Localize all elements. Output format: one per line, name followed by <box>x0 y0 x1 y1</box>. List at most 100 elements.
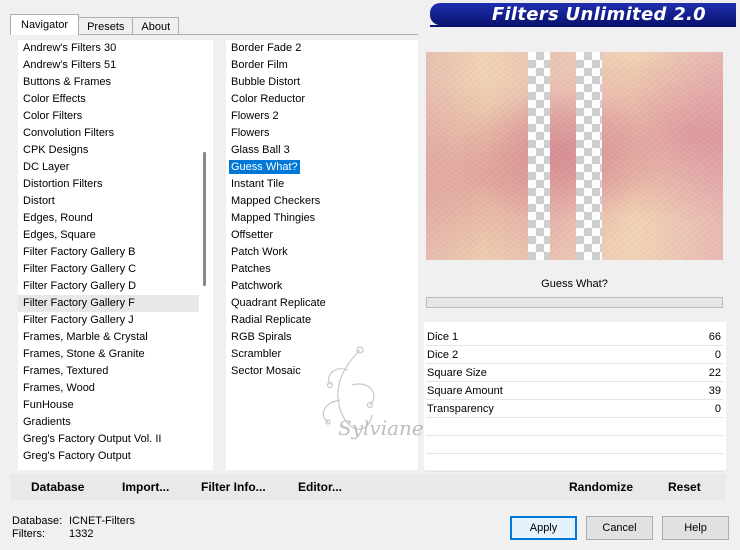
category-item[interactable]: Gradients <box>18 414 213 431</box>
tab-presets[interactable]: Presets <box>78 17 134 35</box>
category-item[interactable]: Filter Factory Gallery B <box>18 244 213 261</box>
param-value: 0 <box>714 348 721 361</box>
param-empty-row <box>426 454 723 472</box>
category-item[interactable]: Frames, Marble & Crystal <box>18 329 213 346</box>
filter-item[interactable]: Patch Work <box>226 244 418 261</box>
category-item[interactable]: Frames, Textured <box>18 363 213 380</box>
category-item[interactable]: Edges, Round <box>18 210 213 227</box>
category-item[interactable]: Frames, Wood <box>18 380 213 397</box>
filter-item[interactable]: RGB Spirals <box>226 329 418 346</box>
category-item[interactable]: Filter Factory Gallery F <box>18 295 213 312</box>
filter-item[interactable]: Radial Replicate <box>226 312 418 329</box>
category-item[interactable]: Frames, Stone & Granite <box>18 346 213 363</box>
filter-item-label: Patchwork <box>231 280 283 292</box>
help-button[interactable]: Help <box>662 516 729 540</box>
filter-item-label: Sector Mosaic <box>231 365 301 377</box>
filter-item[interactable]: Glass Ball 3 <box>226 142 418 159</box>
category-scroll-thumb[interactable] <box>203 152 206 286</box>
filter-item-label: Mapped Thingies <box>231 212 316 224</box>
param-label: Square Amount <box>427 384 503 397</box>
category-item[interactable]: Andrew's Filters 51 <box>18 57 213 74</box>
filter-item-label: Offsetter <box>231 229 273 241</box>
filter-item[interactable]: Flowers <box>226 125 418 142</box>
param-value: 22 <box>708 366 721 379</box>
filter-item[interactable]: Quadrant Replicate <box>226 295 418 312</box>
filter-name-label: Guess What? <box>541 278 608 290</box>
category-item[interactable]: Convolution Filters <box>18 125 213 142</box>
filter-item[interactable]: Mapped Thingies <box>226 210 418 227</box>
filter-item[interactable]: Border Film <box>226 57 418 74</box>
filter-item[interactable]: Guess What? <box>226 159 418 176</box>
filter-list[interactable]: Border Fade 2 Border Film Bubble Distort Co… <box>226 40 418 470</box>
database-label: Database: <box>12 515 63 527</box>
param-slider-row[interactable]: Square Amount 39 <box>426 382 723 400</box>
tab-bar: Navigator Presets About <box>10 13 180 35</box>
filter-item-label: Scrambler <box>231 348 282 360</box>
category-item[interactable]: CPK Designs <box>18 142 213 159</box>
category-item[interactable]: Greg's Factory Output Vol. II <box>18 431 213 448</box>
database-button[interactable]: Database <box>31 478 84 496</box>
filter-item[interactable]: Patches <box>226 261 418 278</box>
category-scrollbar[interactable] <box>199 40 213 470</box>
param-slider-row[interactable]: Square Size 22 <box>426 364 723 382</box>
category-item[interactable]: Distortion Filters <box>18 176 213 193</box>
tab-about[interactable]: About <box>132 17 180 35</box>
filter-item[interactable]: Sector Mosaic <box>226 363 418 380</box>
filter-item[interactable]: Flowers 2 <box>226 108 418 125</box>
category-item[interactable]: Edges, Square <box>18 227 213 244</box>
filter-item[interactable]: Color Reductor <box>226 91 418 108</box>
param-slider-row[interactable]: Dice 2 0 <box>426 346 723 364</box>
filter-item[interactable]: Scrambler <box>226 346 418 363</box>
category-item[interactable]: Color Effects <box>18 91 213 108</box>
category-item[interactable]: Buttons & Frames <box>18 74 213 91</box>
filter-item[interactable]: Instant Tile <box>226 176 418 193</box>
param-empty-row <box>426 418 723 436</box>
randomize-button[interactable]: Randomize <box>569 478 633 496</box>
category-item[interactable]: Filter Factory Gallery D <box>18 278 213 295</box>
app-banner: Filters Unlimited 2.0 <box>430 3 736 25</box>
filter-item-label: Flowers <box>231 127 270 139</box>
filter-item[interactable]: Border Fade 2 <box>226 40 418 57</box>
import-button[interactable]: Import... <box>122 478 169 496</box>
editor-button[interactable]: Editor... <box>298 478 342 496</box>
tab-navigator[interactable]: Navigator <box>10 14 80 35</box>
category-item[interactable]: FunHouse <box>18 397 213 414</box>
app-title: Filters Unlimited 2.0 <box>491 3 706 25</box>
param-slider-row[interactable]: Dice 1 66 <box>426 328 723 346</box>
filter-item-label: Color Reductor <box>231 93 305 105</box>
category-item[interactable]: Color Filters <box>18 108 213 125</box>
category-item[interactable]: Distort <box>18 193 213 210</box>
progress-bar <box>426 297 723 308</box>
category-item[interactable]: Filter Factory Gallery J <box>18 312 213 329</box>
filter-item[interactable]: Mapped Checkers <box>226 193 418 210</box>
cancel-button[interactable]: Cancel <box>586 516 653 540</box>
category-item[interactable]: Andrew's Filters 30 <box>18 40 213 57</box>
param-list: Dice 1 66 Dice 2 0 Square Size 22 Square Amoun… <box>426 328 723 472</box>
param-value: 66 <box>708 330 721 343</box>
filter-item-label: Radial Replicate <box>231 314 312 326</box>
param-label: Dice 1 <box>427 330 459 343</box>
filter-item-label: Flowers 2 <box>231 110 279 122</box>
filter-item-label: Guess What? <box>228 159 301 175</box>
filter-item-label: Instant Tile <box>231 178 285 190</box>
category-item[interactable]: DC Layer <box>18 159 213 176</box>
category-list[interactable]: Andrew's Filters 30 Andrew's Filters 51 Bu… <box>18 40 213 470</box>
apply-button[interactable]: Apply <box>510 516 577 540</box>
param-slider-row[interactable]: Transparency 0 <box>426 400 723 418</box>
param-label: Transparency <box>427 402 494 415</box>
filters-count-value: 1332 <box>69 528 94 540</box>
filter-item-label: Bubble Distort <box>231 76 301 88</box>
filter-item[interactable]: Offsetter <box>226 227 418 244</box>
category-item[interactable]: Filter Factory Gallery C <box>18 261 213 278</box>
reset-button[interactable]: Reset <box>668 478 701 496</box>
filter-item[interactable]: Bubble Distort <box>226 74 418 91</box>
texture-overlay <box>426 52 723 260</box>
banner-underline <box>430 25 736 27</box>
param-value: 0 <box>714 402 721 415</box>
preview-image <box>426 52 723 260</box>
filter-item-label: Border Film <box>231 59 288 71</box>
filter-item[interactable]: Patchwork <box>226 278 418 295</box>
param-value: 39 <box>708 384 721 397</box>
filter-info-button[interactable]: Filter Info... <box>201 478 266 496</box>
category-item[interactable]: Greg's Factory Output <box>18 448 213 465</box>
